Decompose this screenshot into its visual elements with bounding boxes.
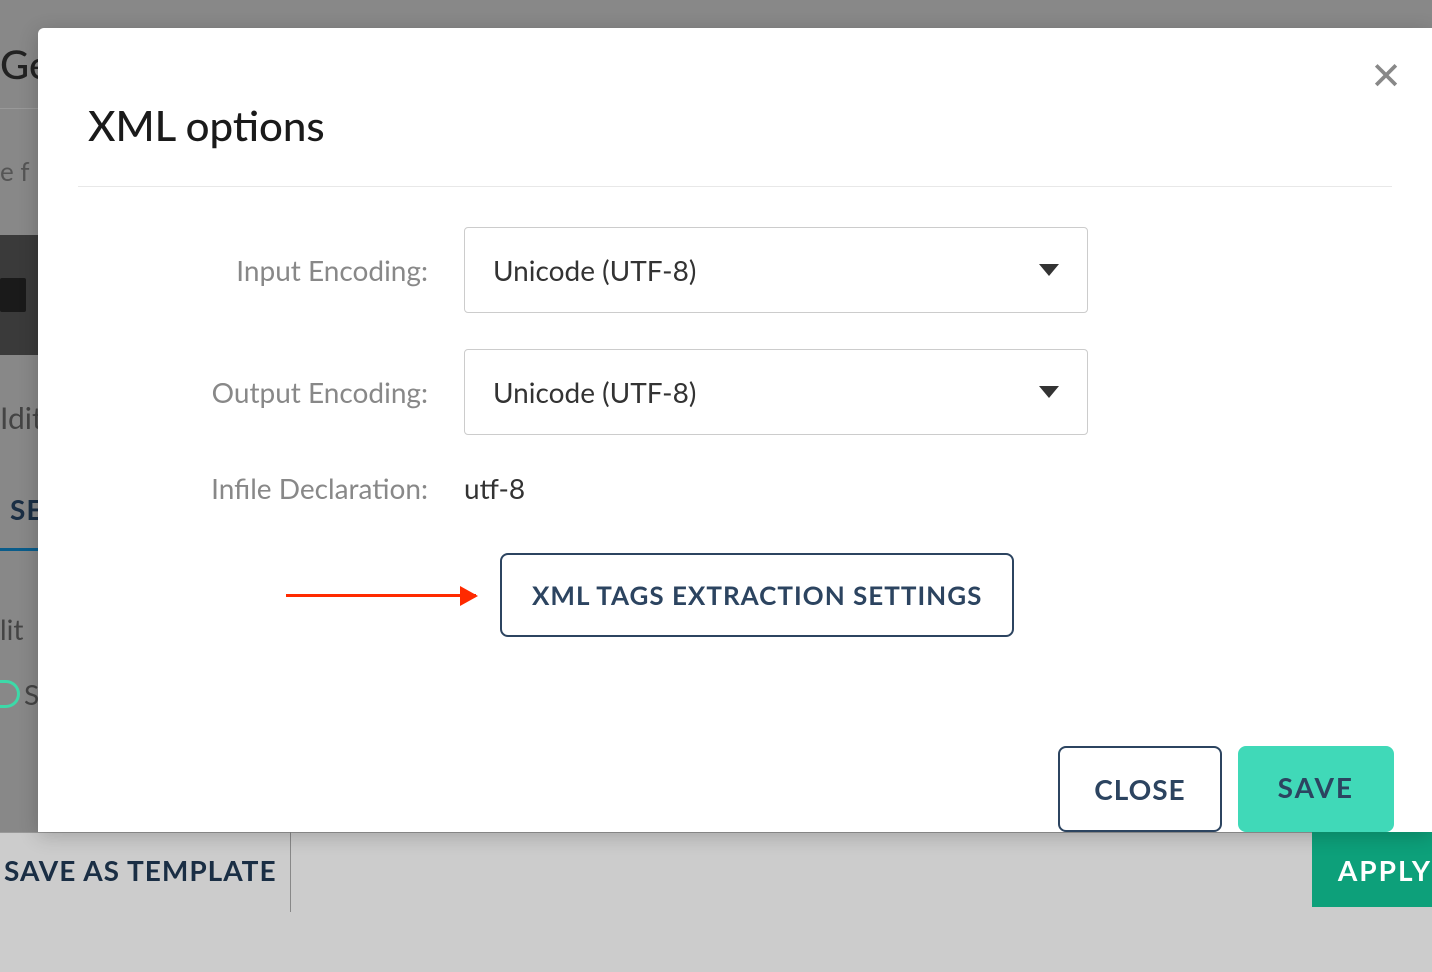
output-encoding-label: Output Encoding: xyxy=(88,375,464,409)
infile-declaration-row: Infile Declaration: utf-8 xyxy=(88,471,1382,505)
apply-button-label: APPLY xyxy=(1338,853,1432,887)
bg-footer-bar: SAVE AS TEMPLATE APPLY xyxy=(0,832,1432,972)
bg-text-fragment: lit xyxy=(0,612,23,646)
annotation-arrow-icon xyxy=(286,594,476,597)
annotation-arrow-container xyxy=(88,594,500,597)
modal-title: XML options xyxy=(38,28,1432,186)
xml-tags-extraction-settings-button[interactable]: XML TAGS EXTRACTION SETTINGS xyxy=(500,553,1014,637)
caret-down-icon xyxy=(1039,264,1059,276)
input-encoding-value: Unicode (UTF-8) xyxy=(493,253,696,287)
bg-text-fragment: Idit xyxy=(0,400,43,436)
infile-declaration-value: utf-8 xyxy=(464,471,525,505)
modal-footer: CLOSE SAVE xyxy=(1058,746,1394,832)
infile-declaration-label: Infile Declaration: xyxy=(88,471,464,505)
bg-divider xyxy=(0,108,38,109)
save-button[interactable]: SAVE xyxy=(1238,746,1394,832)
output-encoding-select[interactable]: Unicode (UTF-8) xyxy=(464,349,1088,435)
bg-divider xyxy=(290,832,291,912)
close-icon[interactable]: ✕ xyxy=(1370,56,1402,94)
input-encoding-select[interactable]: Unicode (UTF-8) xyxy=(464,227,1088,313)
input-encoding-label: Input Encoding: xyxy=(88,253,464,287)
output-encoding-value: Unicode (UTF-8) xyxy=(493,375,696,409)
bg-divider xyxy=(0,468,38,470)
input-encoding-row: Input Encoding: Unicode (UTF-8) xyxy=(88,227,1382,313)
caret-down-icon xyxy=(1039,386,1059,398)
save-as-template-button[interactable]: SAVE AS TEMPLATE xyxy=(4,853,277,887)
bg-tab-underline xyxy=(0,548,38,551)
xml-options-modal: ✕ XML options Input Encoding: Unicode (U… xyxy=(38,28,1432,832)
bg-file-icon xyxy=(0,278,26,312)
bg-text-fragment: S xyxy=(24,677,39,711)
bg-text-fragment: e f xyxy=(0,155,30,187)
output-encoding-row: Output Encoding: Unicode (UTF-8) xyxy=(88,349,1382,435)
modal-body: Input Encoding: Unicode (UTF-8) Output E… xyxy=(38,187,1432,657)
extraction-button-row: XML TAGS EXTRACTION SETTINGS xyxy=(88,553,1382,637)
bg-radio-fragment xyxy=(0,680,20,708)
close-button[interactable]: CLOSE xyxy=(1058,746,1221,832)
